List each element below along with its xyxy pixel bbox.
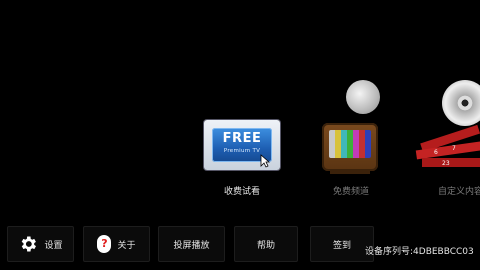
carousel-item-custom-content[interactable]: 6 7 23 自定义内容 (412, 80, 480, 197)
device-serial-number: 设备序列号:4DBEBBCC03 (365, 247, 474, 257)
pointer-cursor-icon (260, 154, 270, 168)
free-tile-title: FREE (222, 131, 262, 146)
question-icon: ? (97, 235, 112, 253)
cast-play-button[interactable]: 投屏播放 (158, 226, 225, 262)
retro-tv-icon (322, 80, 380, 176)
carousel-item-label: 收费试看 (223, 187, 260, 197)
about-button-label: 关于 (117, 240, 136, 251)
carousel-item-label: 自定义内容 (438, 187, 480, 197)
about-button[interactable]: ? 关于 (83, 226, 150, 262)
check-in-button-label: 签到 (332, 240, 351, 251)
help-button-label: 帮助 (256, 240, 275, 251)
svg-text:23: 23 (442, 160, 450, 167)
category-carousel: FREE Premium TV 收费试看 免费频道 6 7 23 自定义内容 (0, 0, 480, 210)
settings-button[interactable]: 设置 (7, 226, 74, 262)
help-button[interactable]: 帮助 (234, 226, 298, 262)
carousel-item-paid-trial[interactable]: FREE Premium TV 收费试看 (204, 80, 280, 197)
carousel-item-free-channels[interactable]: 免费频道 (322, 80, 380, 197)
svg-text:7: 7 (452, 145, 456, 152)
cast-play-button-label: 投屏播放 (173, 240, 210, 251)
svg-text:6: 6 (434, 149, 438, 156)
carousel-item-label: 免费频道 (332, 187, 369, 197)
cd-custom-content-icon: 6 7 23 (412, 80, 480, 176)
gear-icon (22, 236, 37, 252)
settings-button-label: 设置 (44, 240, 63, 251)
free-premium-tv-tile: FREE Premium TV (204, 80, 280, 175)
